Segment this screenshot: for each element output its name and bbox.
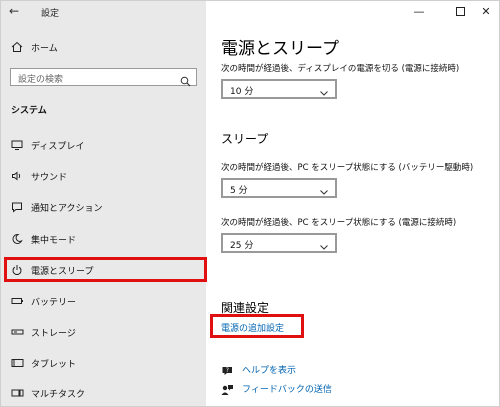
display-off-dropdown[interactable]: 10 分 [221,79,337,99]
sidebar-item-battery[interactable]: バッテリー [7,291,197,311]
sidebar-item-sound[interactable]: サウンド [7,166,197,186]
moon-icon [7,233,27,245]
sidebar-item-focus[interactable]: 集中モード [7,229,197,249]
monitor-icon [7,139,27,151]
display-off-label: 次の時間が経過後、ディスプレイの電源を切る (電源に接続時) [221,64,460,74]
minimize-icon[interactable]: — [409,3,429,19]
sleep-plugged-label: 次の時間が経過後、PC をスリープ状態にする (電源に接続時) [221,218,457,228]
sidebar-item-label: マルチタスク [31,389,86,400]
maximize-icon[interactable] [450,3,470,19]
title-bar: ← 設定 [1,1,206,23]
sidebar-item-label: ストレージ [31,328,76,339]
sidebar-item-display[interactable]: ディスプレイ [7,135,197,155]
dropdown-value: 5 分 [230,186,248,196]
sleep-plugged-dropdown[interactable]: 25 分 [221,233,337,253]
sidebar-item-label: ホーム [31,43,58,54]
sidebar-item-label: ディスプレイ [31,141,85,152]
search-placeholder: 設定の検索 [18,75,64,85]
close-icon[interactable]: ✕ [476,3,496,19]
home-icon [7,41,27,53]
app-title: 設定 [41,9,60,19]
link-highlight-box [210,314,304,338]
chevron-down-icon [319,182,329,201]
sidebar-item-label: 集中モード [31,235,77,246]
sidebar: ← 設定 ホーム 設定の検索 システム ディスプレイ サウンド 通知とアクション… [1,1,207,406]
sleep-battery-label: 次の時間が経過後、PC をスリープ状態にする (バッテリー駆動時) [221,163,474,173]
dropdown-value: 10 分 [230,87,254,97]
sidebar-item-label: 通知とアクション [31,203,103,214]
window-controls: — ✕ [206,1,500,23]
feedback-icon [221,381,234,400]
sidebar-item-notifications[interactable]: 通知とアクション [7,197,197,217]
sidebar-item-storage[interactable]: ストレージ [7,322,197,342]
get-help-link[interactable]: ヘルプを表示 [242,363,296,376]
sidebar-item-label: バッテリー [31,297,77,308]
sidebar-item-multitasking[interactable]: マルチタスク [7,383,197,403]
speaker-icon [7,170,27,182]
sidebar-item-label: タブレット [31,359,77,370]
sidebar-item-tablet[interactable]: タブレット [7,353,197,373]
section-title: システム [11,106,47,116]
tablet-icon [7,357,27,369]
storage-icon [7,326,27,338]
dropdown-value: 25 分 [230,241,254,251]
back-arrow-icon[interactable]: ← [9,4,19,18]
svg-text:?: ? [226,367,229,374]
sleep-battery-dropdown[interactable]: 5 分 [221,178,337,198]
settings-window: ← 設定 ホーム 設定の検索 システム ディスプレイ サウンド 通知とアクション… [0,0,500,407]
page-title: 電源とスリープ [221,39,339,59]
search-icon[interactable] [180,72,191,91]
battery-icon [7,295,27,307]
sidebar-item-home[interactable]: ホーム [7,38,197,56]
sidebar-item-label: サウンド [31,172,68,183]
selection-highlight-box [4,257,207,282]
sleep-section-title: スリープ [221,132,269,146]
multitask-icon [7,387,27,399]
help-icon: ? [221,362,234,381]
chevron-down-icon [319,83,329,102]
send-feedback-link[interactable]: フィードバックの送信 [242,382,332,395]
search-input[interactable]: 設定の検索 [10,68,197,87]
chevron-down-icon [319,237,329,256]
notification-icon [7,201,27,213]
